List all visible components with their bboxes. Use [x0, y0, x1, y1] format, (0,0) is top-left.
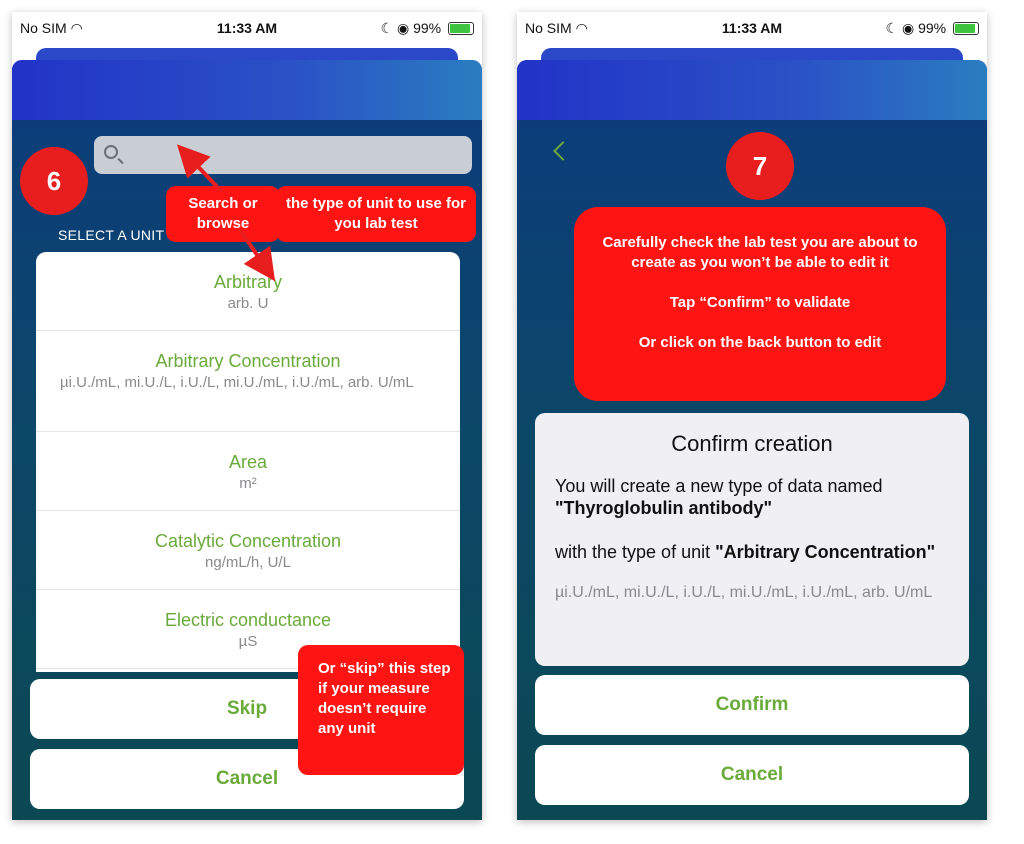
- battery-icon: [953, 22, 979, 35]
- unit-name: Area: [228, 452, 268, 472]
- phone-screen-step-6: No SIM ◠ 11:33 AM ☾ ◉ 99% 6 SELECT A UNI…: [12, 12, 482, 820]
- status-right: ☾ ◉ 99%: [381, 20, 474, 37]
- search-icon: [104, 145, 118, 159]
- search-input[interactable]: [94, 136, 472, 174]
- unit-symbols: arb. U: [227, 295, 269, 312]
- status-bar: No SIM ◠ 11:33 AM ☾ ◉ 99%: [517, 12, 987, 42]
- dialog-message-2: with the type of unit "Arbitrary Concent…: [555, 542, 936, 562]
- callout-skip: Or “skip” this step if your measure does…: [298, 645, 464, 775]
- step-badge: 6: [20, 147, 88, 215]
- unit-name: Arbitrary: [213, 272, 282, 292]
- confirm-dialog: Confirm creation You will create a new t…: [535, 413, 969, 666]
- battery-icon: [448, 22, 474, 35]
- unit-name: Catalytic Concentration: [154, 531, 342, 551]
- status-bar: No SIM ◠ 11:33 AM ☾ ◉ 99%: [12, 12, 482, 42]
- callout-line-3: Or click on the back button to edit: [638, 334, 882, 351]
- confirm-button[interactable]: Confirm: [535, 675, 969, 735]
- sheet-header: [517, 60, 987, 120]
- dialog-title: Confirm creation: [671, 431, 833, 456]
- section-label: SELECT A UNIT: [58, 227, 165, 243]
- unit-type-name: "Arbitrary Concentration": [715, 542, 936, 562]
- battery-percent: 99%: [918, 20, 947, 36]
- unit-symbols: m²: [239, 475, 257, 492]
- unit-list: Arbitrary arb. U Arbitrary Concentration…: [36, 252, 460, 672]
- data-type-name: "Thyroglobulin antibody": [555, 498, 773, 518]
- unit-name: Electric conductance: [164, 610, 332, 630]
- step-badge: 7: [726, 132, 794, 200]
- callout-unit-type: the type of unit to use for you lab test: [276, 186, 476, 242]
- cancel-button[interactable]: Cancel: [535, 745, 969, 805]
- list-item[interactable]: Arbitrary Concentration µi.U./mL, mi.U./…: [36, 331, 460, 432]
- status-right: ☾ ◉ 99%: [886, 20, 979, 37]
- unit-name: Arbitrary Concentration: [155, 351, 341, 371]
- lock-rotation-icon: ◉: [901, 20, 915, 36]
- lock-rotation-icon: ◉: [396, 20, 410, 36]
- moon-icon: ☾: [885, 20, 899, 36]
- battery-percent: 99%: [413, 20, 442, 36]
- callout-confirm-info: Carefully check the lab test you are abo…: [574, 207, 946, 401]
- unit-symbols: µi.U./mL, mi.U./L, i.U./L, mi.U./mL, i.U…: [555, 584, 933, 601]
- unit-symbols: ng/mL/h, U/L: [205, 554, 291, 571]
- moon-icon: ☾: [380, 20, 394, 36]
- callout-line-2: Tap “Confirm” to validate: [669, 294, 851, 311]
- dialog-message-1: You will create a new type of data named…: [555, 476, 883, 518]
- sheet-header: [12, 60, 482, 120]
- list-item[interactable]: Catalytic Concentration ng/mL/h, U/L: [36, 511, 460, 590]
- list-item[interactable]: Area m²: [36, 432, 460, 511]
- unit-symbols: µi.U./mL, mi.U./L, i.U./L, mi.U./mL, i.U…: [60, 374, 414, 391]
- list-item[interactable]: Arbitrary arb. U: [36, 252, 460, 331]
- callout-search: Search or browse: [166, 186, 280, 242]
- phone-screen-step-7: No SIM ◠ 11:33 AM ☾ ◉ 99% 7 Carefully ch…: [517, 12, 987, 820]
- callout-line-1: Carefully check the lab test you are abo…: [602, 234, 918, 271]
